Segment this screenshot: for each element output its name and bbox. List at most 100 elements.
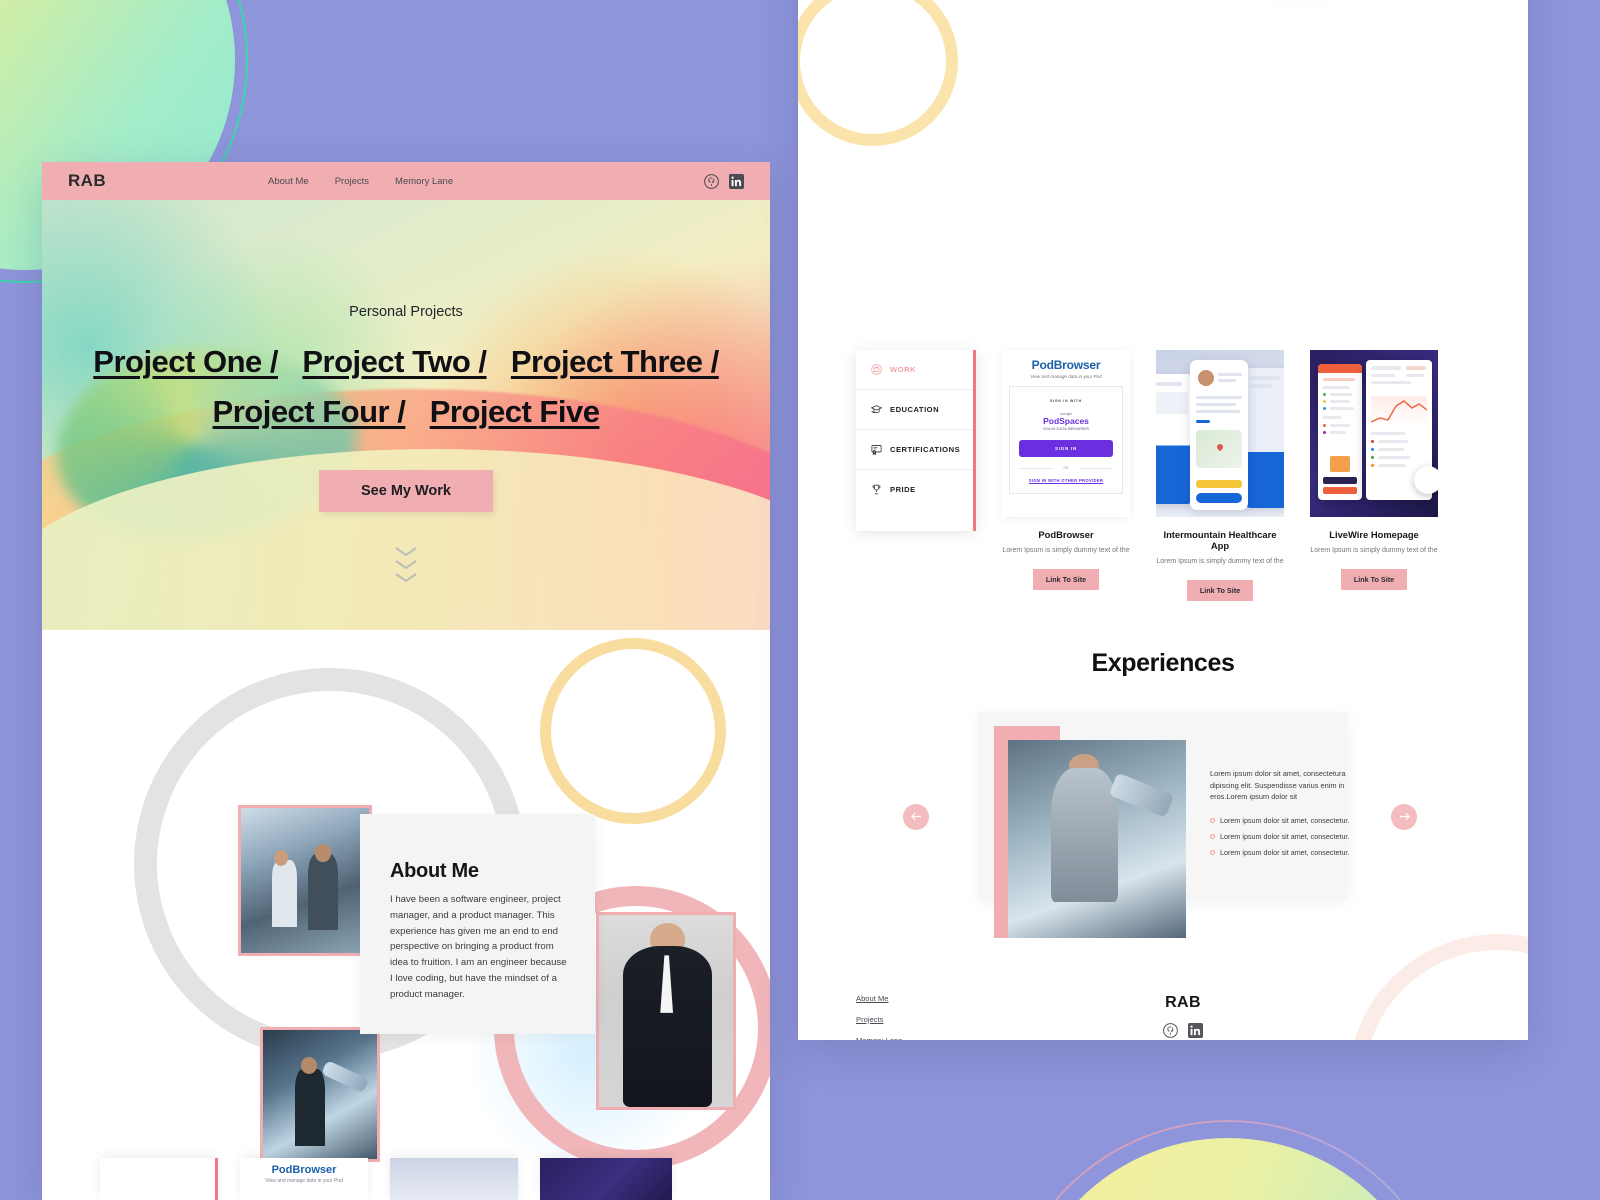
nav-item-projects[interactable]: Projects bbox=[335, 176, 369, 187]
podbrowser-subtitle: View and manage data in your Pod bbox=[1030, 374, 1102, 379]
carousel-prev-button[interactable] bbox=[903, 803, 929, 830]
decorative-blue-glow bbox=[1178, 0, 1418, 20]
trophy-icon bbox=[872, 484, 881, 495]
bullet-text: Lorem ipsum dolor sit amet, consectetur. bbox=[1220, 816, 1350, 826]
floating-action-circle bbox=[1414, 466, 1438, 494]
about-body: I have been a software engineer, project… bbox=[390, 894, 567, 1000]
category-item-pride[interactable]: PRIDE bbox=[856, 470, 973, 509]
chevron-down-icon bbox=[395, 560, 417, 570]
highlight-bar bbox=[1196, 480, 1242, 488]
projects-preview-strip: PodBrowser View and manage data in your … bbox=[42, 1138, 770, 1200]
header-social-links bbox=[704, 173, 744, 189]
experiences-title: Experiences bbox=[1091, 648, 1235, 677]
photo-team-lab bbox=[238, 805, 372, 956]
about-card: About Me I have been a software engineer… bbox=[360, 814, 595, 1034]
page-preview-bottom: idea to fruition. I am an engineer becau… bbox=[798, 0, 1528, 1040]
decorative-footer-ring bbox=[1348, 933, 1528, 1040]
github-icon[interactable] bbox=[704, 173, 719, 189]
peek-livewire-card bbox=[540, 1158, 672, 1200]
link-to-site-button[interactable]: Link To Site bbox=[1340, 568, 1408, 590]
projects-section: WORK EDUCATION CERTIFICATIONS PRIDE PodB… bbox=[798, 350, 1528, 1040]
peek-podbrowser-title: PodBrowser bbox=[271, 1164, 337, 1176]
project-category-list: WORK EDUCATION CERTIFICATIONS PRIDE bbox=[856, 350, 976, 531]
footer-nav: About Me Projects Memory Lane bbox=[856, 994, 1046, 1040]
podspaces-brand: inrupt PodSpaces SOLID DATA BROWSER bbox=[1019, 411, 1113, 431]
peek-category-card bbox=[100, 1158, 218, 1200]
hero-project-line-2: Project Four / Project Five bbox=[42, 387, 770, 437]
category-item-certifications[interactable]: CERTIFICATIONS bbox=[856, 430, 973, 470]
project-description: Lorem Ipsum is simply dummy text of the bbox=[1310, 547, 1438, 554]
project-thumbnail-livewire bbox=[1310, 350, 1438, 517]
projects-row: WORK EDUCATION CERTIFICATIONS PRIDE PodB… bbox=[798, 350, 1528, 601]
experience-bullet-item: Lorem ipsum dolor sit amet, consectetur. bbox=[1210, 832, 1360, 841]
dashboard-cta-button[interactable] bbox=[1323, 487, 1357, 494]
category-item-education[interactable]: EDUCATION bbox=[856, 390, 973, 430]
footer-link-about-me[interactable]: About Me bbox=[856, 994, 1046, 1003]
page-preview-top: RAB About Me Projects Memory Lane Person… bbox=[42, 162, 770, 1200]
experiences-carousel: Lorem ipsum dolor sit amet, consectetura… bbox=[798, 711, 1528, 942]
footer-link-projects[interactable]: Projects bbox=[856, 1015, 1046, 1024]
link-to-site-button[interactable]: Link To Site bbox=[1186, 579, 1254, 601]
project-link-two[interactable]: Project Two / bbox=[302, 344, 487, 379]
project-link-one[interactable]: Project One / bbox=[93, 344, 278, 379]
podbrowser-divider: OR bbox=[1019, 466, 1113, 470]
linkedin-icon[interactable] bbox=[729, 173, 744, 189]
nav-item-about-me[interactable]: About Me bbox=[268, 176, 309, 187]
dashboard-dark-button[interactable] bbox=[1323, 477, 1357, 484]
project-card: PodBrowser View and manage data in your … bbox=[1002, 350, 1130, 590]
category-label: CERTIFICATIONS bbox=[890, 445, 961, 454]
project-title: Intermountain Healthcare App bbox=[1163, 529, 1277, 551]
project-description: Lorem Ipsum is simply dummy text of the bbox=[1156, 558, 1284, 565]
project-link-five[interactable]: Project Five bbox=[430, 394, 600, 429]
graduation-cap-icon bbox=[870, 405, 883, 414]
experience-bullet-item: Lorem ipsum dolor sit amet, consectetur. bbox=[1210, 848, 1360, 857]
brand-logo[interactable]: RAB bbox=[68, 171, 106, 191]
experience-bullet-list: Lorem ipsum dolor sit amet, consectetur.… bbox=[1210, 816, 1360, 857]
project-description: Lorem Ipsum is simply dummy text of the bbox=[1002, 547, 1130, 554]
phone-mock-detail bbox=[1190, 360, 1248, 510]
decorative-yellow-ring bbox=[540, 638, 726, 824]
dashboard-sidebar-mock bbox=[1318, 364, 1362, 500]
project-card: LiveWire Homepage Lorem Ipsum is simply … bbox=[1310, 350, 1438, 590]
project-link-four[interactable]: Project Four / bbox=[213, 394, 406, 429]
hero-project-line-1: Project One / Project Two / Project Thre… bbox=[42, 337, 770, 387]
footer-logo[interactable]: RAB bbox=[1046, 994, 1320, 1012]
map-preview bbox=[1196, 430, 1242, 468]
photo-portrait-suit bbox=[596, 912, 736, 1110]
footer-link-memory-lane[interactable]: Memory Lane bbox=[856, 1036, 1046, 1040]
make-appointment-button[interactable] bbox=[1196, 493, 1242, 503]
scroll-down-indicator[interactable] bbox=[42, 546, 770, 583]
podspaces-sub: SOLID DATA BROWSER bbox=[1043, 426, 1089, 431]
project-link-three[interactable]: Project Three / bbox=[511, 344, 719, 379]
chevron-down-icon bbox=[395, 547, 417, 557]
bullet-icon bbox=[1210, 834, 1215, 840]
github-icon[interactable] bbox=[1163, 1022, 1178, 1038]
nav-item-memory-lane[interactable]: Memory Lane bbox=[395, 176, 453, 187]
category-item-work[interactable]: WORK bbox=[856, 350, 973, 390]
doctor-avatar bbox=[1198, 370, 1214, 386]
peek-healthcare-card bbox=[390, 1158, 518, 1200]
project-title: PodBrowser bbox=[1038, 529, 1094, 540]
see-my-work-button[interactable]: See My Work bbox=[319, 470, 493, 513]
linkedin-icon[interactable] bbox=[1188, 1022, 1203, 1038]
hero-kicker: Personal Projects bbox=[349, 304, 463, 320]
arrow-right-icon bbox=[1399, 812, 1410, 821]
peek-podbrowser-subtitle: View and manage data in your Pod bbox=[265, 1178, 343, 1184]
project-thumbnail-healthcare bbox=[1156, 350, 1284, 517]
podbrowser-signin-label: SIGN IN WITH bbox=[1050, 399, 1082, 403]
podbrowser-other-provider-link[interactable]: SIGN IN WITH OTHER PROVIDER bbox=[1019, 478, 1113, 483]
bullet-icon bbox=[1210, 818, 1215, 824]
phone-mock bbox=[1244, 368, 1284, 508]
carousel-next-button[interactable] bbox=[1391, 803, 1417, 830]
revenue-chart bbox=[1371, 396, 1427, 426]
category-label: EDUCATION bbox=[890, 405, 940, 414]
category-label: WORK bbox=[890, 365, 917, 374]
site-footer: About Me Projects Memory Lane RAB bbox=[798, 933, 1528, 1040]
category-label: PRIDE bbox=[890, 485, 916, 494]
podbrowser-signin-button[interactable]: SIGN IN bbox=[1019, 440, 1113, 457]
chevron-down-icon bbox=[395, 573, 417, 583]
link-to-site-button[interactable]: Link To Site bbox=[1032, 568, 1100, 590]
